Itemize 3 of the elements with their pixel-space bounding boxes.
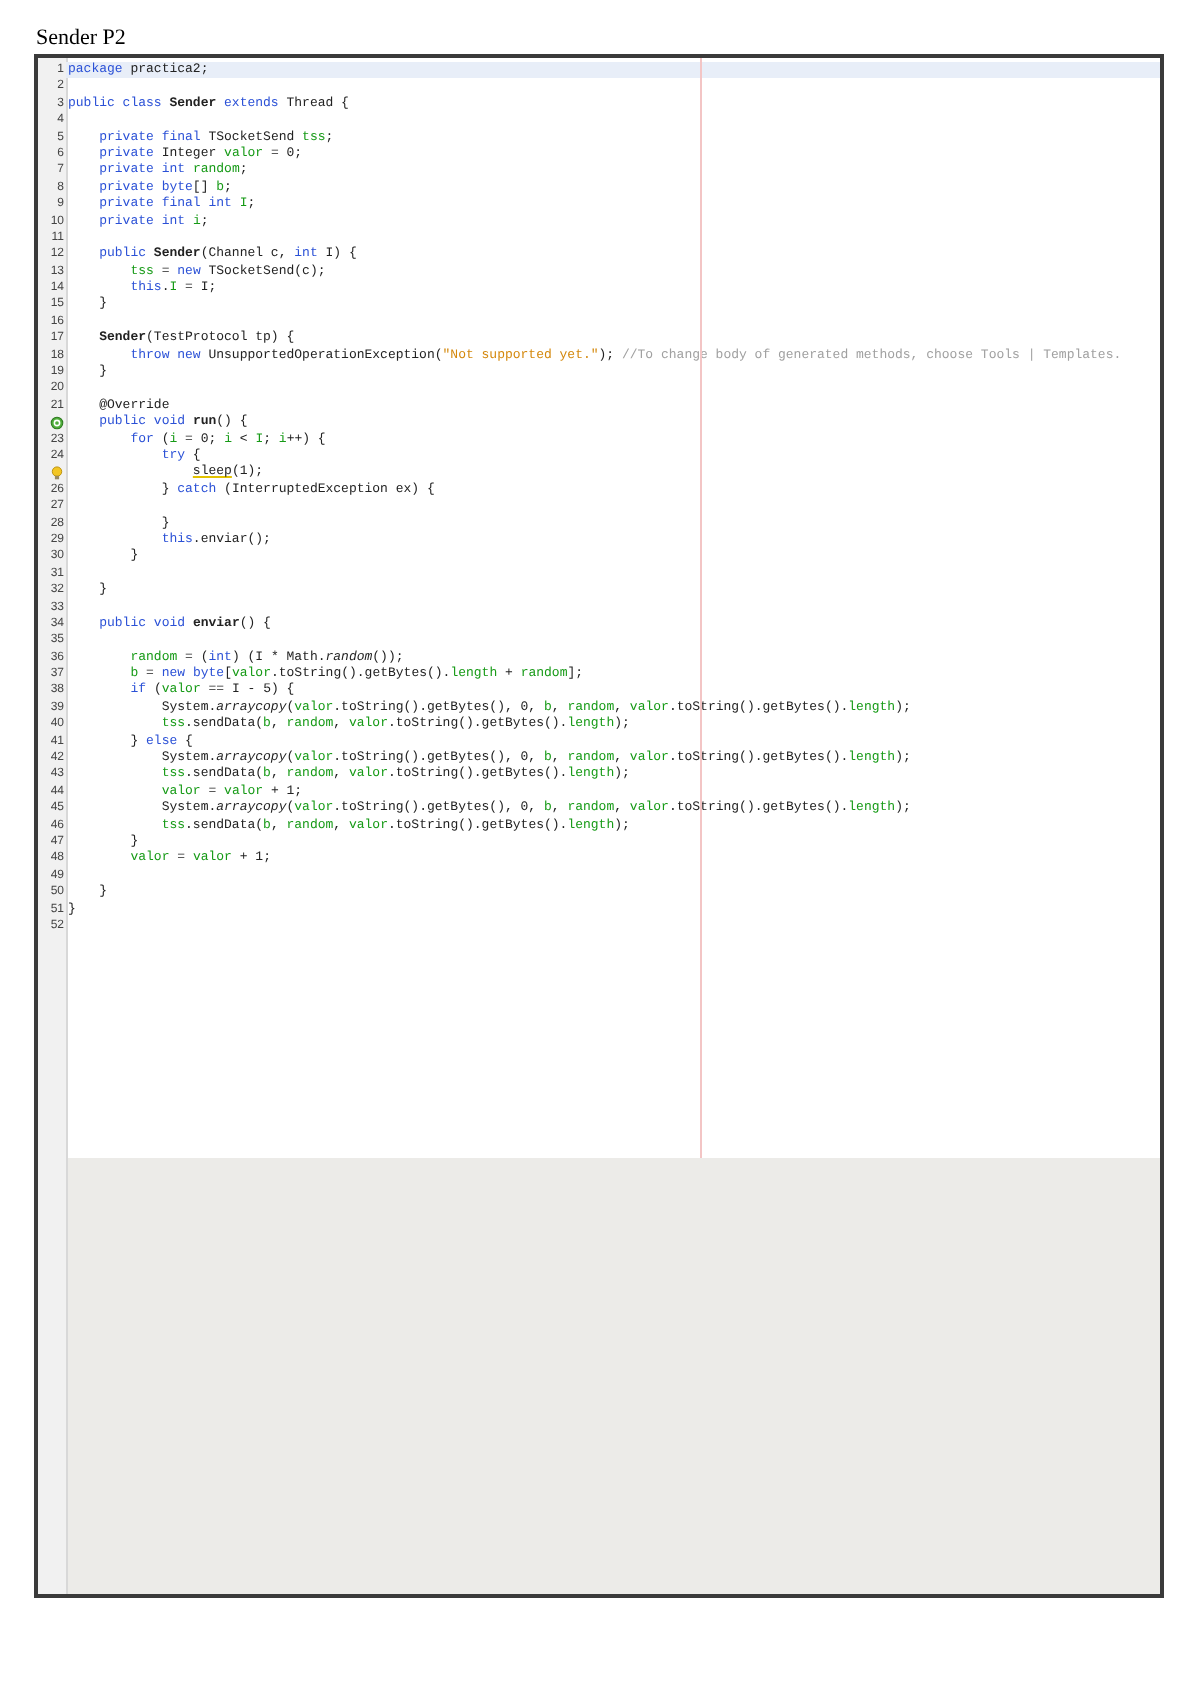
page-title: Sender P2 [36, 26, 126, 52]
lightbulb-icon[interactable] [50, 466, 64, 481]
override-icon[interactable] [50, 415, 64, 430]
